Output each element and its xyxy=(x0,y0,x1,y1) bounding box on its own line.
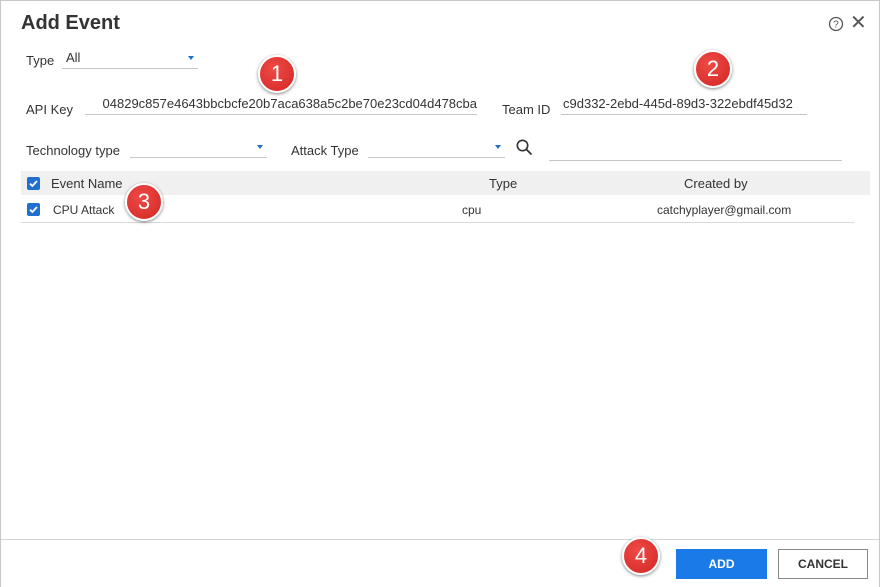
column-header-type[interactable]: Type xyxy=(489,176,517,191)
add-event-dialog: Add Event ? ✕ Type All API Key 04829c857… xyxy=(0,0,880,587)
help-icon[interactable]: ? xyxy=(828,16,844,32)
close-icon[interactable]: ✕ xyxy=(850,13,867,33)
api-key-value: 04829c857e4643bbcbcfe20b7aca638a5c2be70e… xyxy=(102,96,477,111)
api-key-field[interactable]: 04829c857e4643bbcbcfe20b7aca638a5c2be70e… xyxy=(85,95,477,115)
type-label: Type xyxy=(26,53,55,68)
check-icon xyxy=(29,180,38,188)
annotation-badge-2: 2 xyxy=(694,50,732,88)
row-created-by: catchyplayer@gmail.com xyxy=(657,203,792,217)
chevron-down-icon xyxy=(257,145,263,149)
attack-type-select[interactable] xyxy=(368,138,505,158)
row-checkbox[interactable] xyxy=(27,203,40,216)
row-type: cpu xyxy=(462,203,482,217)
add-button[interactable]: ADD xyxy=(676,549,767,579)
team-id-field[interactable]: c9d332-2ebd-445d-89d3-322ebdf45d32 xyxy=(561,95,807,115)
search-input[interactable] xyxy=(549,141,842,161)
annotation-badge-3: 3 xyxy=(125,183,163,221)
cancel-button[interactable]: CANCEL xyxy=(778,549,868,579)
search-icon[interactable] xyxy=(515,138,533,156)
check-icon xyxy=(29,206,38,214)
technology-type-label: Technology type xyxy=(26,143,120,158)
svg-text:?: ? xyxy=(833,20,839,31)
row-event-name: CPU Attack xyxy=(53,203,115,217)
type-select[interactable]: All xyxy=(62,49,198,69)
dialog-footer: ADD CANCEL xyxy=(1,539,879,587)
chevron-down-icon xyxy=(188,56,194,60)
technology-type-select[interactable] xyxy=(130,138,267,158)
attack-type-label: Attack Type xyxy=(291,143,359,158)
type-select-value: All xyxy=(66,50,81,65)
column-header-event-name[interactable]: Event Name xyxy=(51,176,123,191)
api-key-label: API Key xyxy=(26,102,73,117)
annotation-badge-1: 1 xyxy=(258,55,296,93)
column-header-created-by[interactable]: Created by xyxy=(684,176,748,191)
select-all-checkbox[interactable] xyxy=(27,177,40,190)
chevron-down-icon xyxy=(495,145,501,149)
team-id-label: Team ID xyxy=(502,102,551,117)
team-id-value: c9d332-2ebd-445d-89d3-322ebdf45d32 xyxy=(563,96,793,111)
annotation-badge-4: 4 xyxy=(622,537,660,575)
dialog-title: Add Event xyxy=(21,12,120,34)
